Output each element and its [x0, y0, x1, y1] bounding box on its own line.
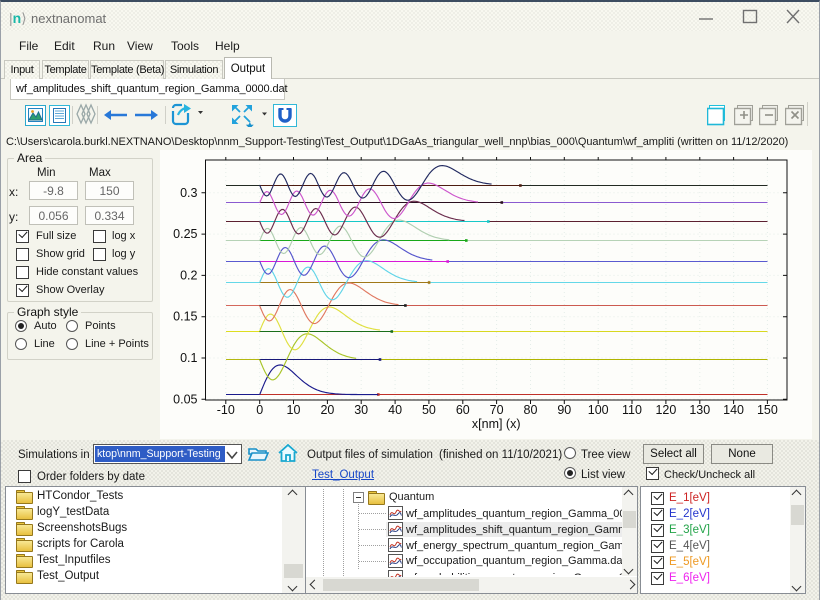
svg-text:20: 20 — [320, 403, 334, 417]
svg-text:0.15: 0.15 — [173, 310, 197, 324]
svg-text:60: 60 — [456, 403, 470, 417]
svg-text:130: 130 — [689, 403, 710, 417]
svg-text:110: 110 — [622, 403, 642, 417]
svg-text:50: 50 — [422, 403, 436, 417]
svg-text:140: 140 — [723, 403, 744, 417]
svg-text:80: 80 — [524, 403, 538, 417]
svg-text:x[nm] (x): x[nm] (x) — [472, 417, 521, 431]
svg-text:0.05: 0.05 — [173, 392, 197, 406]
svg-text:90: 90 — [557, 403, 571, 417]
svg-text:10: 10 — [287, 403, 301, 417]
svg-text:0.1: 0.1 — [180, 351, 197, 365]
svg-text:150: 150 — [757, 403, 778, 417]
svg-text:-10: -10 — [217, 403, 235, 417]
svg-text:0.3: 0.3 — [180, 186, 197, 200]
svg-text:120: 120 — [655, 403, 676, 417]
svg-text:70: 70 — [490, 403, 504, 417]
svg-text:0.2: 0.2 — [180, 268, 197, 282]
svg-text:100: 100 — [588, 403, 609, 417]
svg-text:0.25: 0.25 — [173, 227, 197, 241]
svg-text:40: 40 — [388, 403, 402, 417]
svg-text:0: 0 — [256, 403, 263, 417]
svg-text:30: 30 — [354, 403, 368, 417]
